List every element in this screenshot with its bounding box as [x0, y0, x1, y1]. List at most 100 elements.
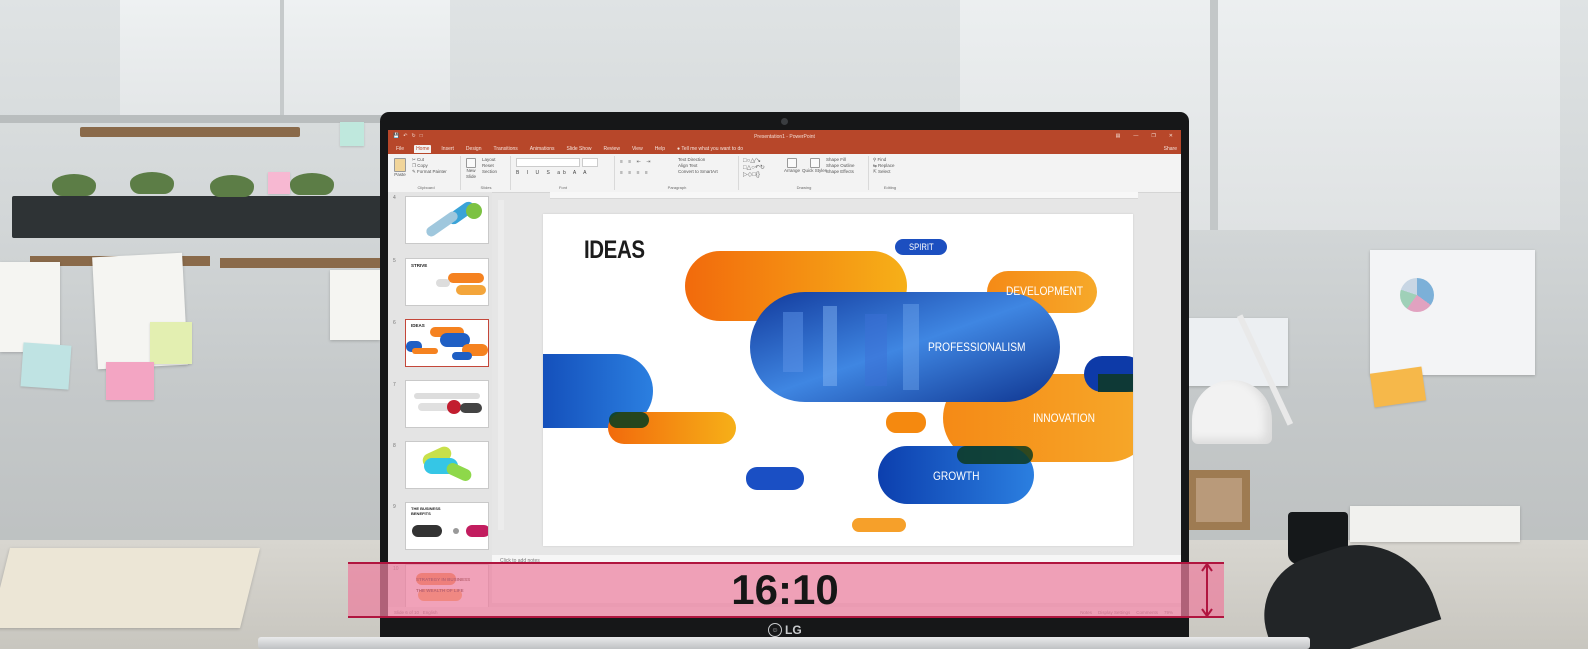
double-arrow-icon	[1201, 562, 1213, 618]
slide-thumbnail[interactable]	[405, 380, 489, 428]
font-group: B I U S ab A A Font	[512, 156, 615, 190]
drawing-group: □○△∕↘ □△○↶↻ ▷◇□{} Arrange Quick Styles Sha…	[740, 156, 869, 190]
slide-thumbnail[interactable]: STRIVE	[405, 258, 489, 306]
slides-group: New Slide Layout Reset Section Slides	[462, 156, 511, 190]
screen: 💾 ↶ ↻ □ Presentation1 - PowerPoint ▤ — ❐…	[388, 130, 1181, 617]
new-slide-button[interactable]: New Slide	[464, 158, 478, 180]
slide-thumbnail[interactable]	[405, 441, 489, 489]
paste-button[interactable]: Paste	[394, 158, 406, 178]
aspect-ratio-label: 16:10	[731, 566, 839, 613]
tab-insert[interactable]: Insert	[439, 145, 456, 153]
quick-styles-icon	[809, 158, 820, 168]
sticky-note	[20, 342, 72, 390]
slide-canvas[interactable]: IDEAS SPIRIT DEVELOPMENT PROFESSIONALISM…	[543, 214, 1133, 546]
ribbon-display-icon[interactable]: ▤	[1116, 133, 1121, 139]
brand-name: LG	[785, 623, 802, 637]
quick-styles-label: Quick Styles	[802, 168, 828, 173]
shelf	[12, 196, 392, 238]
slide-thumbnail[interactable]: THE BUSINESS BENEFITS	[405, 502, 489, 550]
maximize-icon[interactable]: ❐	[1151, 133, 1155, 139]
lg-logo-icon: ☺	[768, 623, 782, 637]
tab-design[interactable]: Design	[464, 145, 484, 153]
thumbnail-caption: STRIVE	[411, 263, 428, 268]
succulent-plant	[210, 175, 254, 197]
format-painter-button[interactable]: ✎ Format Painter	[412, 169, 447, 175]
window	[120, 0, 450, 120]
new-slide-icon	[466, 158, 476, 168]
font-format-buttons[interactable]: B I U S ab A A	[516, 170, 589, 176]
paste-icon	[394, 158, 406, 172]
format-painter-label: Format Painter	[417, 169, 447, 174]
copy-label: Copy	[417, 163, 428, 168]
font-name-dropdown[interactable]	[516, 158, 580, 167]
pinned-paper	[1188, 318, 1288, 386]
tab-review[interactable]: Review	[602, 145, 622, 153]
label-professionalism: PROFESSIONALISM	[928, 340, 1026, 354]
pill-dark-green-left	[609, 412, 649, 428]
tab-animations[interactable]: Animations	[528, 145, 557, 153]
thumbnail-art	[426, 201, 482, 237]
aspect-ratio-top-line	[348, 562, 1224, 564]
window-title: Presentation1 - PowerPoint	[754, 134, 815, 140]
window-controls: ▤ — ❐ ✕	[1116, 133, 1173, 139]
pill-orange-bottom	[852, 518, 906, 532]
shapes-gallery[interactable]: □○△∕↘ □△○↶↻ ▷◇□{}	[743, 158, 765, 179]
replace-label: Replace	[878, 163, 895, 168]
thumbnail-art	[414, 393, 482, 414]
thumbnail-caption: IDEAS	[411, 323, 425, 328]
drawing-group-label: Drawing	[796, 185, 812, 190]
clipboard-group: Paste ✂ Cut ❐ Copy ✎ Format Painter Clip…	[392, 156, 461, 190]
wall-rail	[80, 127, 300, 137]
tab-home[interactable]: Home	[414, 145, 432, 153]
photo-frame	[1188, 470, 1250, 530]
list-buttons[interactable]: ≡ ≡ ⇤ ⇥	[620, 159, 652, 165]
image-blur-block	[783, 312, 803, 372]
thumbnail-art	[422, 446, 472, 481]
select-button[interactable]: ⇱ Select	[873, 169, 895, 175]
arrange-button[interactable]: Arrange	[784, 158, 800, 174]
sticky-note	[1369, 366, 1427, 408]
slide-thumbnail[interactable]	[405, 196, 489, 244]
tab-transitions[interactable]: Transitions	[492, 145, 520, 153]
binder	[0, 548, 260, 628]
quick-styles-button[interactable]: Quick Styles	[802, 158, 827, 174]
label-growth: GROWTH	[933, 469, 980, 483]
pill-dark-green-right	[1098, 374, 1133, 392]
shape-effects-button[interactable]: Shape Effects	[826, 169, 855, 175]
paragraph-group: ≡ ≡ ⇤ ⇥ ≡ ≡ ≡ ≡ Text Direction Align Tex…	[616, 156, 739, 190]
slides-group-label: Slides	[480, 185, 492, 190]
pill-dark-green-growth	[957, 446, 1033, 464]
aspect-ratio-bottom-line	[348, 616, 1224, 618]
arrange-icon	[787, 158, 797, 168]
wall-rail	[220, 258, 380, 268]
paste-label: Paste	[394, 172, 406, 177]
ribbon: Paste ✂ Cut ❐ Copy ✎ Format Painter Clip…	[388, 154, 1181, 193]
section-button[interactable]: Section	[482, 169, 497, 175]
succulent-plant	[290, 173, 334, 195]
tell-me-box[interactable]: ● Tell me what you want to do	[675, 145, 745, 153]
sticky-note	[106, 362, 154, 400]
close-icon[interactable]: ✕	[1169, 133, 1173, 139]
succulent-plant	[130, 172, 174, 194]
slide-thumbnail-selected[interactable]: IDEAS	[405, 319, 489, 367]
align-buttons[interactable]: ≡ ≡ ≡ ≡	[620, 170, 650, 176]
minimize-icon[interactable]: —	[1133, 133, 1138, 139]
tab-view[interactable]: View	[630, 145, 645, 153]
new-slide-label: New Slide	[465, 168, 476, 179]
convert-smartart-button[interactable]: Convert to SmartArt	[678, 169, 718, 175]
tab-file[interactable]: File	[394, 145, 406, 153]
slide-title: IDEAS	[584, 236, 645, 264]
share-button[interactable]: Share	[1164, 146, 1177, 152]
thumbnail-number: 8	[393, 443, 396, 449]
tab-help[interactable]: Help	[653, 145, 667, 153]
find-label: Find	[877, 157, 887, 162]
tell-me-text: Tell me what you want to do	[681, 146, 744, 152]
editing-group: ⚲ Find ⇆ Replace ⇱ Select Editing	[870, 156, 910, 190]
slide-thumbnails-panel: 4 5 STRIVE 6 IDEAS 7 8 9 THE BUSINESS BE…	[388, 192, 492, 612]
tab-slide-show[interactable]: Slide Show	[565, 145, 594, 153]
font-size-dropdown[interactable]	[582, 158, 598, 167]
arrange-label: Arrange	[784, 168, 801, 173]
image-blur-block	[903, 304, 919, 390]
thumbnail-number: 4	[393, 195, 396, 201]
select-label: Select	[878, 169, 891, 174]
